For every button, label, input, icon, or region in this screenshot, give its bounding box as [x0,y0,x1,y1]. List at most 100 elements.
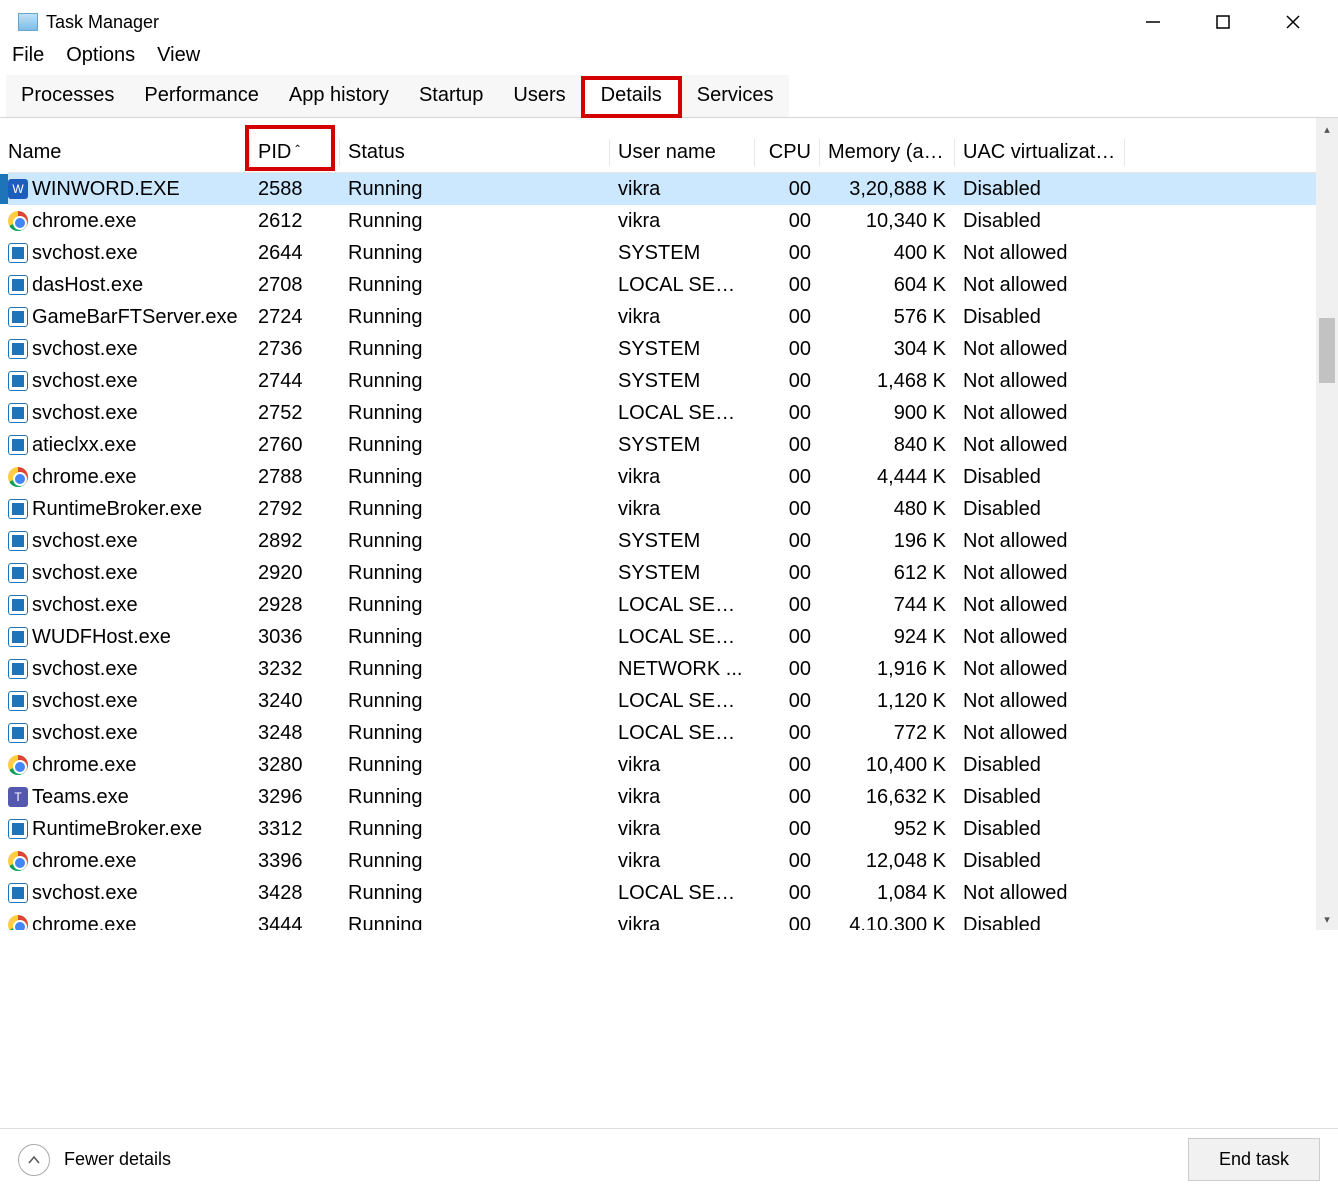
menu-file[interactable]: File [8,42,48,69]
table-row[interactable]: svchost.exe2736RunningSYSTEM00304 KNot a… [0,333,1338,365]
process-name: svchost.exe [32,370,138,393]
table-row[interactable]: svchost.exe2928RunningLOCAL SERV...00744… [0,589,1338,621]
table-row[interactable]: chrome.exe2612Runningvikra0010,340 KDisa… [0,205,1338,237]
cell-user: SYSTEM [610,432,755,459]
cell-cpu: 00 [755,336,820,363]
cell-pid: 3428 [250,880,340,907]
cell-name: svchost.exe [0,656,250,683]
cell-uac: Disabled [955,816,1125,843]
tab-services[interactable]: Services [682,75,789,117]
table-row[interactable]: svchost.exe2752RunningLOCAL SERV...00900… [0,397,1338,429]
table-row[interactable]: chrome.exe3280Runningvikra0010,400 KDisa… [0,749,1338,781]
process-name: RuntimeBroker.exe [32,818,202,841]
table-row[interactable]: WUDFHost.exe3036RunningLOCAL SERV...0092… [0,621,1338,653]
cell-name: svchost.exe [0,560,250,587]
process-icon [8,211,28,231]
tab-app-history[interactable]: App history [274,75,404,117]
table-row[interactable]: GameBarFTServer.exe2724Runningvikra00576… [0,301,1338,333]
table-row[interactable]: RuntimeBroker.exe2792Runningvikra00480 K… [0,493,1338,525]
cell-uac: Not allowed [955,656,1125,683]
cell-name: svchost.exe [0,688,250,715]
tab-performance[interactable]: Performance [129,75,274,117]
table-row[interactable]: svchost.exe2920RunningSYSTEM00612 KNot a… [0,557,1338,589]
process-name: chrome.exe [32,914,137,931]
menu-options[interactable]: Options [62,42,139,69]
table-row[interactable]: TTeams.exe3296Runningvikra0016,632 KDisa… [0,781,1338,813]
process-icon [8,915,28,930]
table-row[interactable]: svchost.exe3428RunningLOCAL SERV...001,0… [0,877,1338,909]
tab-processes[interactable]: Processes [6,75,129,117]
cell-user: vikra [610,304,755,331]
cell-cpu: 00 [755,464,820,491]
scroll-down-icon[interactable]: ▾ [1316,908,1338,930]
table-row[interactable]: chrome.exe2788Runningvikra004,444 KDisab… [0,461,1338,493]
cell-pid: 2892 [250,528,340,555]
vertical-scrollbar[interactable]: ▴ ▾ [1316,118,1338,930]
cell-name: svchost.exe [0,528,250,555]
table-row[interactable]: dasHost.exe2708RunningLOCAL SERV...00604… [0,269,1338,301]
header-uac[interactable]: UAC virtualizati... [955,139,1125,166]
cell-pid: 3296 [250,784,340,811]
process-name: svchost.exe [32,882,138,905]
table-row[interactable]: svchost.exe3232RunningNETWORK ...001,916… [0,653,1338,685]
table-row[interactable]: svchost.exe2744RunningSYSTEM001,468 KNot… [0,365,1338,397]
process-icon: T [8,787,28,807]
cell-memory: 604 K [820,272,955,299]
cell-user: vikra [610,464,755,491]
menu-view[interactable]: View [153,42,204,69]
maximize-button[interactable] [1188,1,1258,43]
table-row[interactable]: chrome.exe3396Runningvikra0012,048 KDisa… [0,845,1338,877]
fewer-details-label[interactable]: Fewer details [64,1149,171,1170]
cell-user: LOCAL SERV... [610,720,755,747]
cell-status: Running [340,464,610,491]
tab-users[interactable]: Users [498,75,580,117]
tab-startup[interactable]: Startup [404,75,498,117]
process-icon [8,403,28,423]
header-memory[interactable]: Memory (ac... [820,139,955,166]
header-pid[interactable]: PID⌃ [250,139,340,166]
cell-cpu: 00 [755,304,820,331]
app-icon [18,13,38,31]
cell-name: RuntimeBroker.exe [0,496,250,523]
cell-uac: Not allowed [955,624,1125,651]
table-row[interactable]: svchost.exe3248RunningLOCAL SERV...00772… [0,717,1338,749]
end-task-button[interactable]: End task [1188,1138,1320,1181]
table-row[interactable]: svchost.exe3240RunningLOCAL SERV...001,1… [0,685,1338,717]
table-row[interactable]: svchost.exe2644RunningSYSTEM00400 KNot a… [0,237,1338,269]
cell-name: WUDFHost.exe [0,624,250,651]
cell-pid: 2788 [250,464,340,491]
minimize-button[interactable] [1118,1,1188,43]
header-cpu[interactable]: CPU [755,139,820,166]
table-row[interactable]: WWINWORD.EXE2588Runningvikra003,20,888 K… [0,173,1338,205]
process-icon [8,339,28,359]
fewer-details-button[interactable] [18,1144,50,1176]
tab-details[interactable]: Details [581,76,682,118]
cell-cpu: 00 [755,592,820,619]
cell-memory: 1,120 K [820,688,955,715]
cell-name: svchost.exe [0,368,250,395]
cell-status: Running [340,240,610,267]
table-row[interactable]: RuntimeBroker.exe3312Runningvikra00952 K… [0,813,1338,845]
cell-cpu: 00 [755,816,820,843]
cell-cpu: 00 [755,432,820,459]
scroll-thumb[interactable] [1319,318,1335,383]
table-row[interactable]: svchost.exe2892RunningSYSTEM00196 KNot a… [0,525,1338,557]
process-icon [8,883,28,903]
cell-cpu: 00 [755,176,820,203]
cell-cpu: 00 [755,688,820,715]
scroll-up-icon[interactable]: ▴ [1316,118,1338,140]
table-row[interactable]: atieclxx.exe2760RunningSYSTEM00840 KNot … [0,429,1338,461]
header-user[interactable]: User name [610,139,755,166]
header-name[interactable]: Name [0,139,250,166]
header-status[interactable]: Status [340,139,610,166]
cell-memory: 10,400 K [820,752,955,779]
cell-memory: 744 K [820,592,955,619]
close-button[interactable] [1258,1,1328,43]
table-row[interactable]: chrome.exe3444Runningvikra004,10,300 KDi… [0,909,1338,930]
cell-name: chrome.exe [0,848,250,875]
process-name: RuntimeBroker.exe [32,498,202,521]
cell-cpu: 00 [755,496,820,523]
cell-uac: Disabled [955,208,1125,235]
cell-pid: 2724 [250,304,340,331]
details-table: Name PID⌃ Status User name CPU Memory (a… [0,118,1338,930]
